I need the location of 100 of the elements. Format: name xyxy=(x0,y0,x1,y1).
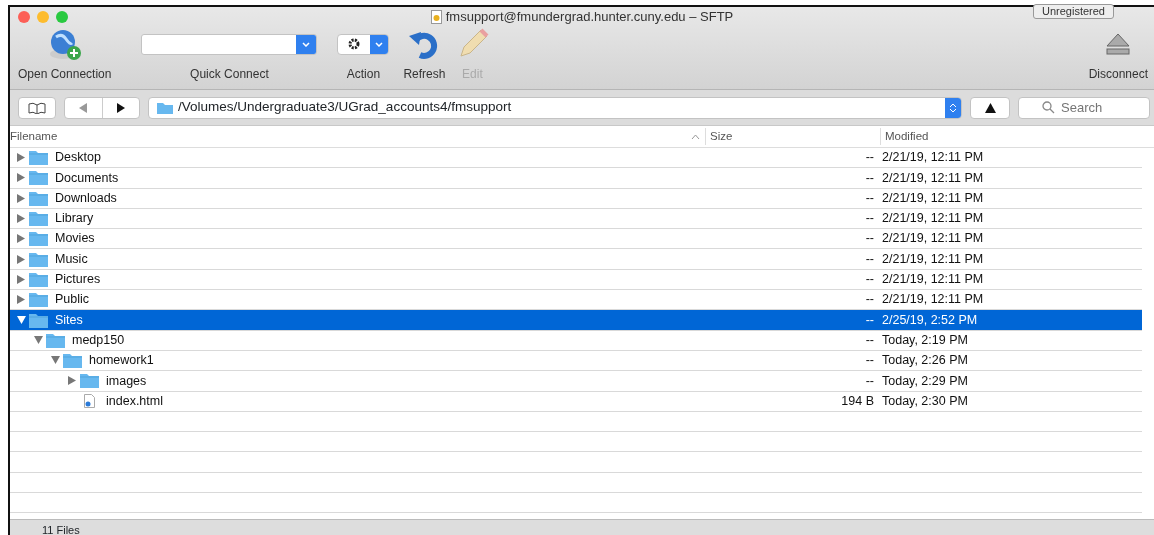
file-size: -- xyxy=(865,231,874,246)
bookmarks-button[interactable] xyxy=(18,96,56,119)
folder-icon xyxy=(29,251,48,267)
file-size: -- xyxy=(865,170,874,185)
file-size: -- xyxy=(865,150,874,165)
file-name: Pictures xyxy=(55,271,101,289)
expand-arrow-icon[interactable] xyxy=(67,374,77,388)
file-row[interactable]: Library -- 2/21/19, 12:11 PM xyxy=(10,208,1142,230)
window-control-button[interactable] xyxy=(18,11,30,23)
window-title: fmsupport@fmundergrad.hunter.cuny.edu – SFTP xyxy=(445,8,734,27)
expand-arrow-icon[interactable] xyxy=(16,252,26,266)
folder-icon xyxy=(29,231,48,247)
refresh-button[interactable]: Refresh xyxy=(403,27,446,83)
modified-date: 2/21/19, 12:11 PM xyxy=(882,292,984,307)
folder-icon xyxy=(80,373,99,389)
file-name: Music xyxy=(55,250,88,268)
folder-icon xyxy=(29,150,48,166)
file-name: Desktop xyxy=(55,149,101,167)
back-forward-segmented-control[interactable] xyxy=(64,96,140,119)
file-name: images xyxy=(106,372,147,390)
column-header[interactable]: Modified xyxy=(885,129,929,142)
expand-arrow-icon[interactable] xyxy=(16,272,26,287)
file-name: Sites xyxy=(55,311,83,329)
forward-icon xyxy=(115,103,126,114)
book-icon xyxy=(28,101,46,114)
file-name: Library xyxy=(55,210,94,228)
file-icon xyxy=(84,394,95,409)
chevron-icon xyxy=(302,41,311,47)
folder-icon xyxy=(29,211,48,227)
folder-icon xyxy=(29,292,48,308)
modified-date: 2/21/19, 12:11 PM xyxy=(882,170,984,185)
stepper-icon xyxy=(949,101,957,114)
gear-icon xyxy=(348,38,361,50)
path-field[interactable]: /Volumes/Undergraduate3/UGrad_accounts4/fmsupport xyxy=(148,96,962,119)
open-button[interactable]: Open Connection xyxy=(18,27,112,83)
expand-arrow-icon[interactable] xyxy=(16,150,26,165)
file-row[interactable]: Downloads -- 2/21/19, 12:11 PM xyxy=(10,188,1142,209)
file-row[interactable]: homework1 -- Today, 2:26 PM xyxy=(10,350,1142,372)
search-field[interactable]: Search xyxy=(1018,96,1150,119)
file-row[interactable]: Music -- 2/21/19, 12:11 PM xyxy=(10,249,1142,270)
unregistered-label: Unregistered xyxy=(1033,4,1114,19)
file-size: -- xyxy=(865,312,874,327)
file-row[interactable]: index.html 194 B Today, 2:30 PM xyxy=(10,391,1142,412)
folder-icon xyxy=(29,190,48,206)
globe-icon xyxy=(47,27,82,61)
file-name: Public xyxy=(55,291,90,309)
file-size: -- xyxy=(865,251,874,266)
folder-icon xyxy=(29,312,48,328)
file-row[interactable]: Pictures -- 2/21/19, 12:11 PM xyxy=(10,269,1142,291)
column-header[interactable]: Filename xyxy=(10,127,58,146)
file-name: homework1 xyxy=(89,352,154,370)
folder-icon xyxy=(29,271,48,287)
back-icon xyxy=(78,103,89,114)
collapse-arrow-icon[interactable] xyxy=(16,313,26,327)
file-size: -- xyxy=(865,373,874,388)
file-size: -- xyxy=(865,190,874,205)
folder-icon xyxy=(63,353,82,369)
folder-icon xyxy=(29,170,48,186)
eject-icon xyxy=(1105,32,1132,56)
file-row[interactable]: images -- Today, 2:29 PM xyxy=(10,371,1142,392)
folder-icon xyxy=(157,101,173,114)
modified-date: 2/21/19, 12:11 PM xyxy=(882,211,984,226)
modified-date: 2/21/19, 12:11 PM xyxy=(882,251,984,266)
file-name: Movies xyxy=(55,230,95,248)
expand-arrow-icon[interactable] xyxy=(16,191,26,205)
modified-date: 2/21/19, 12:11 PM xyxy=(882,231,984,246)
modified-date: 2/21/19, 12:11 PM xyxy=(882,190,984,205)
modified-date: 2/21/19, 12:11 PM xyxy=(882,272,984,287)
chevron-icon xyxy=(375,41,384,47)
folder-icon xyxy=(46,332,65,348)
expand-arrow-icon[interactable] xyxy=(16,171,26,185)
expand-arrow-icon[interactable] xyxy=(16,292,26,307)
document-icon xyxy=(430,10,442,24)
quick-connect-combo[interactable]: Quick Connect xyxy=(141,27,318,83)
status-text: 11 Files xyxy=(42,524,80,535)
up-arrow-icon xyxy=(984,102,996,113)
action-menu-button[interactable]: Action xyxy=(337,27,390,83)
file-size: -- xyxy=(865,353,874,368)
modified-date: Today, 2:30 PM xyxy=(882,393,968,408)
modified-date: 2/25/19, 2:52 PM xyxy=(882,312,978,327)
file-row[interactable]: medp150 -- Today, 2:19 PM xyxy=(10,330,1142,351)
file-name: index.html xyxy=(106,392,163,410)
file-name: Downloads xyxy=(55,189,117,207)
column-header[interactable]: Size xyxy=(710,127,733,146)
modified-date: 2/21/19, 12:11 PM xyxy=(882,150,984,165)
disconnect-button[interactable]: Disconnect xyxy=(1088,27,1148,83)
parent-folder-button[interactable] xyxy=(970,96,1010,119)
file-size: -- xyxy=(865,332,874,347)
expand-arrow-icon[interactable] xyxy=(16,211,26,226)
file-row[interactable]: Sites -- 2/25/19, 2:52 PM xyxy=(10,310,1142,331)
file-row[interactable]: Desktop -- 2/21/19, 12:11 PM xyxy=(10,148,1142,169)
modified-date: Today, 2:19 PM xyxy=(882,332,968,347)
file-row[interactable]: Documents -- 2/21/19, 12:11 PM xyxy=(10,168,1142,189)
file-size: -- xyxy=(865,272,874,287)
file-row[interactable]: Movies -- 2/21/19, 12:11 PM xyxy=(10,229,1142,250)
modified-date: Today, 2:26 PM xyxy=(882,353,968,368)
file-size: 194 B xyxy=(841,393,874,408)
file-size: -- xyxy=(865,292,874,307)
file-name: medp150 xyxy=(72,331,125,349)
expand-arrow-icon[interactable] xyxy=(16,232,26,246)
